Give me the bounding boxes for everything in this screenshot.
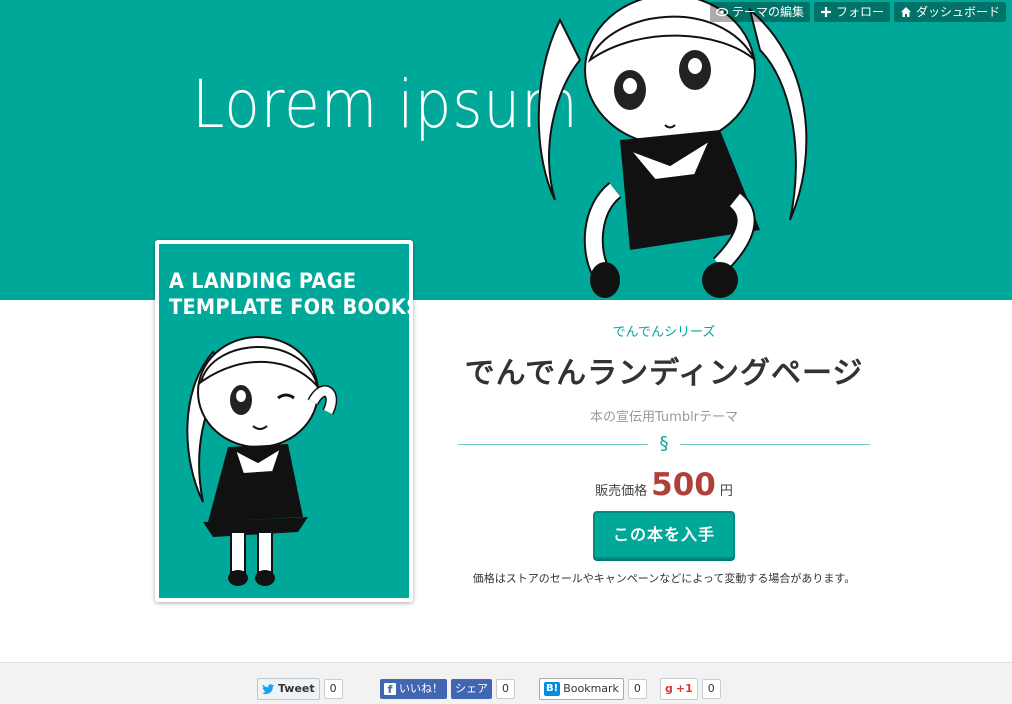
facebook-like-button[interactable]: f いいね！ (380, 679, 447, 699)
divider-line-right (680, 444, 870, 445)
book-cover-image: A LANDING PAGE TEMPLATE FOR BOOKS (159, 244, 409, 598)
facebook-count: 0 (496, 679, 515, 699)
tweet-count: 0 (323, 679, 343, 699)
facebook-like-label: いいね！ (399, 682, 443, 695)
facebook-logo-icon: f (384, 683, 396, 696)
price-label: 販売価格 (595, 484, 648, 499)
plus-icon (820, 7, 831, 17)
hatena-count: 0 (627, 679, 647, 699)
book-title: でんでんランディングページ (464, 356, 864, 391)
share-bar: Tweet 0 f いいね！ シェア 0 B! Bookmark 0 g +1 … (0, 663, 1012, 704)
gplus-label: +1 (675, 682, 693, 695)
gplus-icon: g (665, 682, 673, 695)
series-name: でんでんシリーズ (612, 325, 716, 340)
section-divider: § (458, 435, 870, 453)
facebook-share-button[interactable]: シェア (451, 679, 492, 699)
facebook-widget: f いいね！ シェア 0 (380, 679, 515, 699)
book-subtitle: 本の宣伝用Tumblrテーマ (589, 410, 739, 425)
hero-character-illustration (537, 0, 808, 298)
dashboard-label: ダッシュボード (915, 5, 1000, 19)
price-unit: 円 (719, 484, 733, 499)
hatena-widget: B! Bookmark 0 (539, 678, 647, 700)
hatena-logo-icon: B! (544, 682, 561, 696)
price-value: 500 (651, 467, 716, 503)
tweet-button[interactable]: Tweet (257, 678, 320, 700)
gplus-count: 0 (701, 679, 721, 699)
price-row: 販売価格 500 円 (458, 467, 870, 503)
twitter-bird-icon (262, 683, 275, 694)
dashboard-button[interactable]: ダッシュボード (893, 2, 1006, 22)
price-note: 価格はストアのセールやキャンペーンなどによって変動する場合があります。 (472, 572, 856, 585)
edit-theme-button[interactable]: テーマの編集 (709, 2, 810, 22)
book-details: でんでんシリーズ でんでんランディングページ 本の宣伝用Tumblrテーマ § … (458, 318, 870, 586)
eye-icon (715, 7, 728, 17)
hero-banner: Lorem ipsum テーマの編集 フォロー ダッシュボード (0, 0, 1012, 300)
tweet-label: Tweet (278, 682, 315, 695)
buy-button[interactable]: この本を入手 (592, 511, 735, 559)
cover-title: A LANDING PAGE TEMPLATE FOR BOOKS (169, 268, 409, 320)
hatena-label: Bookmark (563, 682, 619, 695)
follow-button[interactable]: フォロー (813, 2, 890, 22)
gplus-button[interactable]: g +1 (660, 678, 698, 700)
home-icon (900, 7, 911, 17)
hatena-bookmark-button[interactable]: B! Bookmark (539, 678, 624, 700)
cover-title-line2: TEMPLATE FOR BOOKS (169, 295, 409, 319)
gplus-widget: g +1 0 (660, 678, 721, 700)
tweet-widget: Tweet 0 (257, 678, 343, 700)
follow-label: フォロー (835, 5, 884, 19)
cover-character-illustration (186, 336, 338, 586)
cover-title-line1: A LANDING PAGE (169, 269, 357, 293)
edit-theme-label: テーマの編集 (731, 5, 804, 19)
book-cover: A LANDING PAGE TEMPLATE FOR BOOKS (155, 240, 413, 602)
tumblr-controls: テーマの編集 フォロー ダッシュボード (709, 2, 1006, 22)
